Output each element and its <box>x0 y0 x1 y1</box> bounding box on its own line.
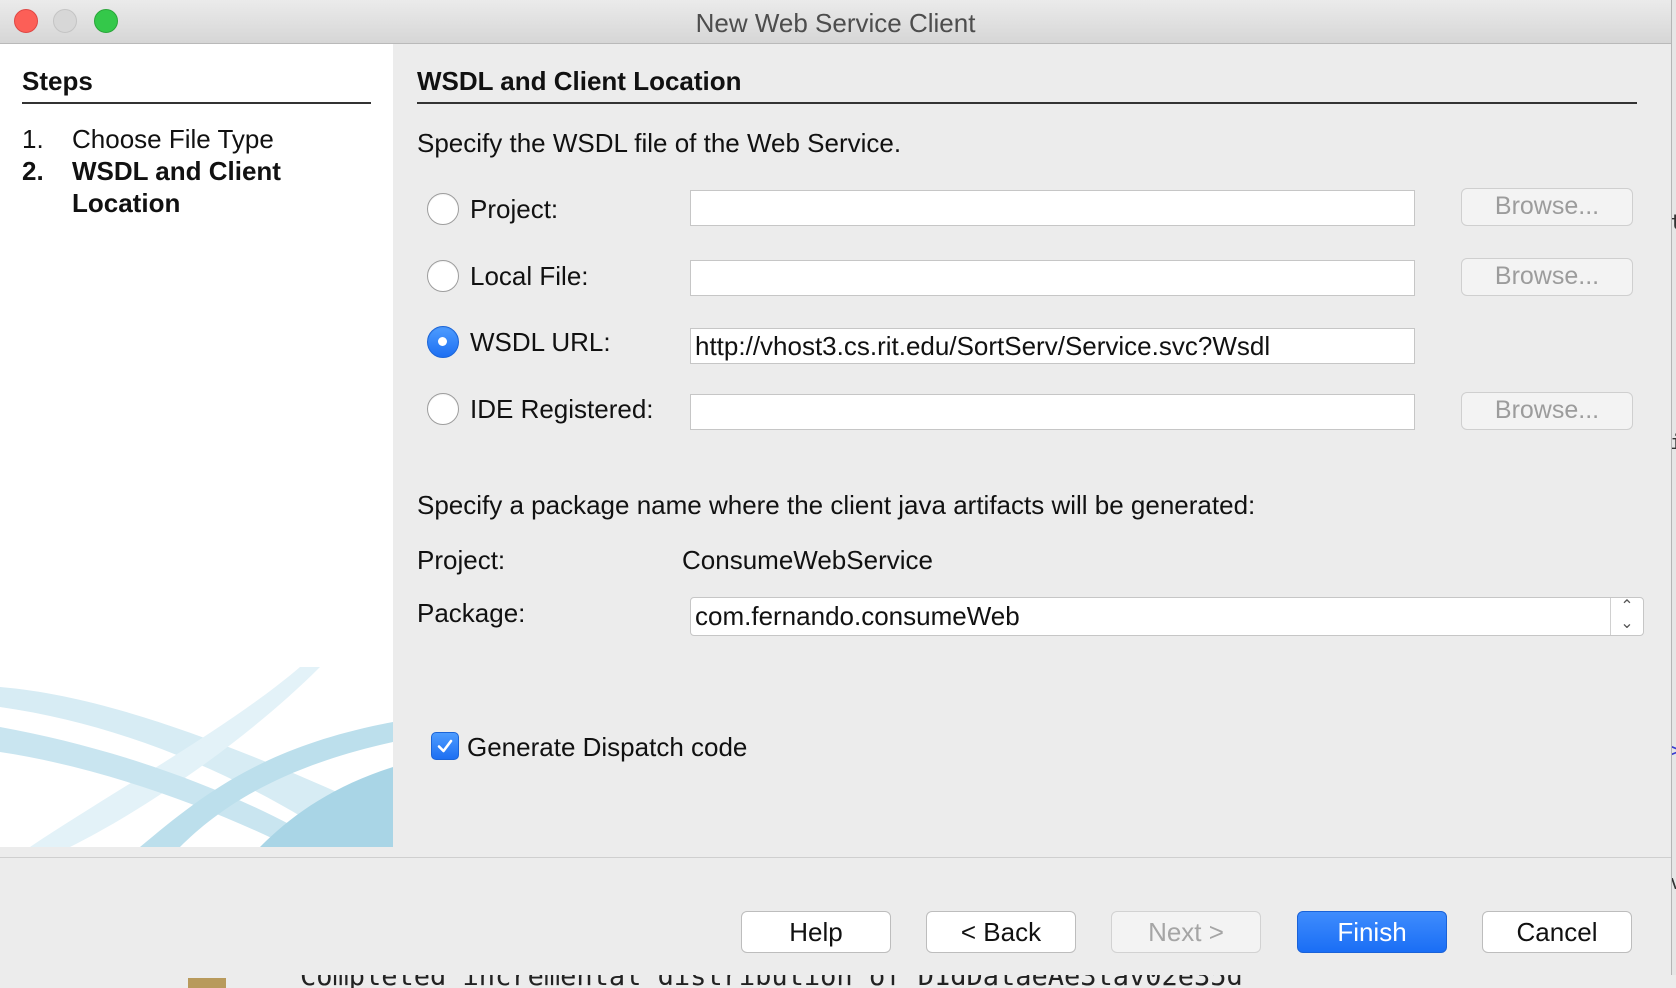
chevron-up-down-icon[interactable]: ⌃ ⌄ <box>1610 598 1643 635</box>
checkmark-icon <box>437 739 453 753</box>
local-file-radio[interactable] <box>427 260 459 292</box>
wsdl-url-field[interactable]: http://vhost3.cs.rit.edu/SortServ/Servic… <box>690 328 1415 364</box>
console-text: Completed incremental distribution of D1… <box>300 975 1243 988</box>
step-number: 2. <box>22 156 44 186</box>
background-console: Completed incremental distribution of D1… <box>0 975 1676 988</box>
ide-registered-radio[interactable] <box>427 393 459 425</box>
local-file-radio-label: Local File: <box>470 261 589 291</box>
step-number: 1. <box>22 124 44 154</box>
back-button[interactable]: < Back <box>926 911 1076 953</box>
title-bar: New Web Service Client <box>0 0 1671 44</box>
ide-registered-radio-label: IDE Registered: <box>470 394 654 424</box>
decorative-swoosh-graphic <box>0 667 393 847</box>
project-value: ConsumeWebService <box>682 545 933 575</box>
project-radio[interactable] <box>427 193 459 225</box>
next-button[interactable]: Next > <box>1111 911 1261 953</box>
package-instructions: Specify a package name where the client … <box>417 490 1256 520</box>
browse-ide-registered-button[interactable]: Browse... <box>1461 392 1633 430</box>
project-field[interactable] <box>690 190 1415 226</box>
button-bar-divider <box>0 857 1671 858</box>
wsdl-url-radio[interactable] <box>427 326 459 358</box>
ide-registered-field[interactable] <box>690 394 1415 430</box>
content-panel: WSDL and Client Location Specify the WSD… <box>393 44 1671 847</box>
cancel-button[interactable]: Cancel <box>1482 911 1632 953</box>
project-radio-label: Project: <box>470 194 559 224</box>
browse-project-button[interactable]: Browse... <box>1461 188 1633 226</box>
wsdl-url-radio-label: WSDL URL: <box>470 327 611 357</box>
project-label: Project: <box>417 545 506 575</box>
step-label: Choose File Type <box>72 124 274 154</box>
console-icon <box>188 978 226 988</box>
steps-panel: Steps 1. Choose File Type 2. WSDL and Cl… <box>0 44 393 847</box>
package-value[interactable]: com.fernando.consumeWeb <box>695 601 1020 632</box>
package-label: Package: <box>417 598 526 628</box>
new-web-service-client-dialog: New Web Service Client Steps 1. Choose F… <box>0 0 1672 975</box>
step-label: WSDL and Client Location <box>72 156 281 218</box>
help-button[interactable]: Help <box>741 911 891 953</box>
generate-dispatch-checkbox[interactable] <box>431 732 459 760</box>
finish-button[interactable]: Finish <box>1297 911 1447 953</box>
section-title: WSDL and Client Location <box>417 66 1637 104</box>
generate-dispatch-label: Generate Dispatch code <box>467 732 748 762</box>
browse-local-file-button[interactable]: Browse... <box>1461 258 1633 296</box>
package-combobox[interactable]: com.fernando.consumeWeb ⌃ ⌄ <box>690 597 1644 636</box>
window-title: New Web Service Client <box>695 8 976 38</box>
wsdl-instructions: Specify the WSDL file of the Web Service… <box>417 128 902 158</box>
local-file-field[interactable] <box>690 260 1415 296</box>
steps-heading: Steps <box>22 66 371 104</box>
